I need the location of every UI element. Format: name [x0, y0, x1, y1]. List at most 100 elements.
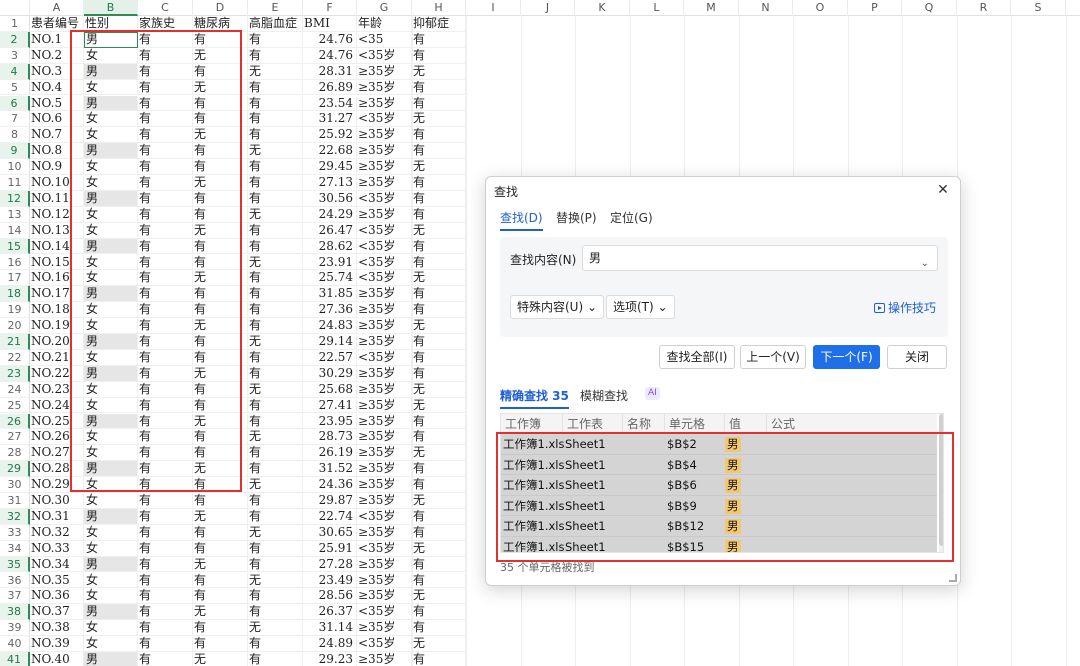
- cell[interactable]: 有: [412, 190, 466, 207]
- cell[interactable]: 有: [138, 286, 193, 303]
- cell[interactable]: 有: [248, 286, 303, 303]
- cell[interactable]: NO.14: [30, 238, 84, 255]
- column-header[interactable]: S: [1011, 0, 1066, 16]
- cell[interactable]: 女: [84, 540, 138, 557]
- cell[interactable]: ≥35岁: [357, 620, 412, 637]
- cell[interactable]: NO.6: [30, 111, 84, 128]
- scroll-thumb[interactable]: [939, 414, 943, 546]
- cell[interactable]: <35岁: [357, 540, 412, 557]
- cell[interactable]: 有: [248, 111, 303, 128]
- cell[interactable]: 女: [84, 127, 138, 144]
- result-row[interactable]: 工作簿1.xls Sheet1 $B$12 男: [501, 516, 937, 537]
- cell[interactable]: 25.74: [303, 270, 357, 287]
- cell[interactable]: NO.28: [30, 461, 84, 478]
- cell[interactable]: 25.68: [303, 381, 357, 398]
- cell[interactable]: 无: [248, 620, 303, 637]
- find-all-button[interactable]: 查找全部(I): [659, 345, 735, 369]
- cell[interactable]: 有: [138, 127, 193, 144]
- row-header[interactable]: 5: [0, 79, 30, 96]
- cell[interactable]: 无: [193, 318, 248, 334]
- cell[interactable]: 男: [84, 604, 138, 621]
- row-header[interactable]: 19: [0, 302, 30, 319]
- tips-link[interactable]: 操作技巧: [873, 299, 936, 316]
- cell[interactable]: 有: [248, 508, 303, 525]
- tab-goto[interactable]: 定位(G): [610, 209, 653, 226]
- cell[interactable]: 有: [193, 349, 248, 366]
- result-row[interactable]: 工作簿1.xls Sheet1 $B$2 男: [501, 434, 937, 455]
- cell[interactable]: 有: [193, 381, 248, 398]
- cell[interactable]: 有: [248, 318, 303, 334]
- cell[interactable]: 27.41: [303, 397, 357, 414]
- cell[interactable]: 有: [138, 334, 193, 350]
- row-header[interactable]: 16: [0, 254, 30, 271]
- cell[interactable]: 无: [193, 222, 248, 239]
- cell[interactable]: 女: [84, 588, 138, 605]
- cell[interactable]: 有: [248, 222, 303, 239]
- row-header[interactable]: 3: [0, 47, 30, 64]
- cell[interactable]: 有: [248, 397, 303, 414]
- column-header[interactable]: K: [575, 0, 630, 16]
- cell[interactable]: 22.68: [303, 143, 357, 160]
- cell[interactable]: NO.7: [30, 127, 84, 144]
- cell[interactable]: 有: [412, 349, 466, 366]
- cell[interactable]: 28.73: [303, 429, 357, 446]
- cell[interactable]: NO.24: [30, 397, 84, 414]
- cell[interactable]: <35: [357, 31, 412, 48]
- cell[interactable]: NO.16: [30, 270, 84, 287]
- column-header[interactable]: D: [193, 0, 248, 16]
- cell[interactable]: 有: [248, 95, 303, 112]
- cell[interactable]: 27.36: [303, 302, 357, 319]
- cell[interactable]: 有: [412, 429, 466, 446]
- tab-fuzzy-search[interactable]: 模糊查找: [580, 387, 628, 404]
- cell[interactable]: 有: [138, 556, 193, 573]
- cell[interactable]: 有: [138, 461, 193, 478]
- cell[interactable]: 有: [138, 636, 193, 652]
- cell[interactable]: 有: [412, 286, 466, 303]
- cell[interactable]: 有: [412, 524, 466, 541]
- cell[interactable]: 有: [412, 508, 466, 525]
- cell[interactable]: 31.85: [303, 286, 357, 303]
- cell[interactable]: 有: [138, 588, 193, 605]
- cell[interactable]: 有: [412, 620, 466, 637]
- cell[interactable]: 无: [248, 143, 303, 160]
- cell[interactable]: 30.56: [303, 190, 357, 207]
- row-header[interactable]: 29: [0, 461, 30, 478]
- cell[interactable]: 有: [193, 206, 248, 223]
- cell[interactable]: 有: [193, 334, 248, 350]
- column-header[interactable]: N: [739, 0, 793, 16]
- cell[interactable]: 有: [193, 159, 248, 175]
- cell[interactable]: ≥35岁: [357, 159, 412, 175]
- cell[interactable]: <35岁: [357, 238, 412, 255]
- cell[interactable]: 有: [248, 652, 303, 666]
- cell[interactable]: NO.31: [30, 508, 84, 525]
- cell[interactable]: 男: [84, 190, 138, 207]
- cell[interactable]: 有: [248, 302, 303, 319]
- cell[interactable]: 有: [138, 429, 193, 446]
- results-table[interactable]: 工作簿 工作表 名称 单元格 值 公式 工作簿1.xls Sheet1 $B$2 男工…: [500, 413, 944, 553]
- cell[interactable]: 女: [84, 397, 138, 414]
- cell[interactable]: 有: [193, 286, 248, 303]
- cell[interactable]: 有: [248, 413, 303, 430]
- cell[interactable]: 无: [412, 63, 466, 80]
- cell[interactable]: 无: [412, 493, 466, 509]
- row-header[interactable]: 9: [0, 143, 30, 160]
- cell[interactable]: 31.14: [303, 620, 357, 637]
- cell[interactable]: 男: [84, 508, 138, 525]
- cell[interactable]: 无: [248, 524, 303, 541]
- cell[interactable]: 无: [412, 222, 466, 239]
- cell[interactable]: 有: [412, 572, 466, 589]
- cell[interactable]: NO.26: [30, 429, 84, 446]
- cell[interactable]: NO.12: [30, 206, 84, 223]
- cell[interactable]: 有: [412, 302, 466, 319]
- cell[interactable]: BMI: [303, 16, 357, 32]
- cell[interactable]: 有: [412, 556, 466, 573]
- cell[interactable]: 女: [84, 349, 138, 366]
- cell[interactable]: 23.91: [303, 254, 357, 271]
- cell[interactable]: ≥35岁: [357, 381, 412, 398]
- cell[interactable]: 有: [138, 175, 193, 191]
- row-header[interactable]: 2: [0, 31, 30, 48]
- cell[interactable]: ≥35岁: [357, 413, 412, 430]
- cell[interactable]: 30.65: [303, 524, 357, 541]
- cell[interactable]: 有: [412, 652, 466, 666]
- cell[interactable]: 有: [193, 636, 248, 652]
